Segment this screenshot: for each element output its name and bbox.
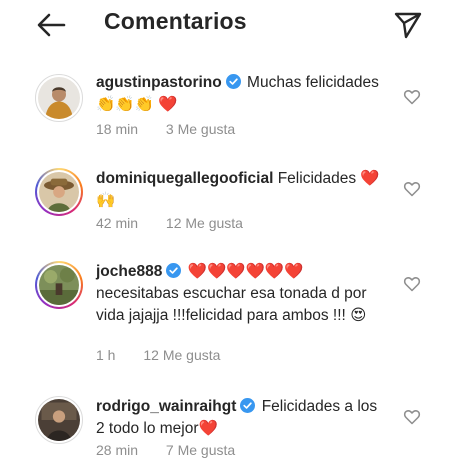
paper-plane-icon[interactable] [392, 8, 424, 40]
comment-meta: 28 min 7 Me gusta [96, 442, 259, 458]
verified-badge-icon [166, 263, 182, 278]
comment-time: 42 min [96, 215, 139, 231]
comment-time: 18 min [96, 121, 139, 137]
heart-outline-icon[interactable] [403, 408, 421, 426]
verified-badge-icon [240, 398, 256, 413]
heart-outline-icon[interactable] [403, 88, 421, 106]
comment-username[interactable]: joche888 [96, 263, 162, 280]
comment-likes[interactable]: 7 Me gusta [166, 442, 235, 458]
comment-body: joche888 ❤️❤️❤️❤️❤️❤️ necesitabas escuch… [96, 261, 386, 327]
comment-meta: 1 h 12 Me gusta [96, 347, 244, 363]
comment-time: 28 min [96, 442, 139, 458]
avatar[interactable] [35, 396, 83, 444]
avatar[interactable] [35, 261, 83, 309]
comment-body: agustinpastorino Muchas felicidades 👏👏👏 … [96, 72, 386, 116]
comment-body: dominiquegallegooficial Felicidades ❤️🙌 [96, 168, 386, 212]
heart-outline-icon[interactable] [403, 180, 421, 198]
comment-username[interactable]: rodrigo_wainraihgt [96, 398, 236, 415]
comment-username[interactable]: agustinpastorino [96, 74, 222, 91]
arrow-left-icon[interactable] [34, 8, 68, 42]
avatar[interactable] [35, 168, 83, 216]
avatar[interactable] [35, 74, 83, 122]
comment-meta: 42 min 12 Me gusta [96, 215, 267, 231]
comment-time: 1 h [96, 347, 116, 363]
heart-outline-icon[interactable] [403, 275, 421, 293]
comment-likes[interactable]: 3 Me gusta [166, 121, 235, 137]
comment-body: rodrigo_wainraihgt Felicidades a los 2 t… [96, 396, 386, 440]
verified-badge-icon [225, 74, 241, 89]
header-bar: Comentarios [0, 0, 474, 50]
comment-likes[interactable]: 12 Me gusta [166, 215, 243, 231]
comment-meta: 18 min 3 Me gusta [96, 121, 259, 137]
comment-username[interactable]: dominiquegallegooficial [96, 170, 273, 187]
comment-likes[interactable]: 12 Me gusta [143, 347, 220, 363]
page-title: Comentarios [104, 8, 247, 34]
